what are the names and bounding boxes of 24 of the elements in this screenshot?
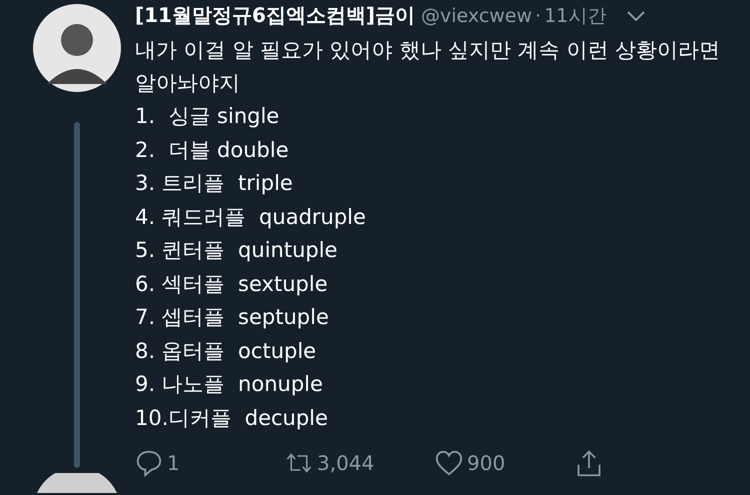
reply-button[interactable]: 1 xyxy=(135,449,285,477)
tweet-text: 내가 이걸 알 필요가 있어야 했나 싶지만 계속 이런 상황이라면 알아놔야지 xyxy=(135,37,722,97)
list-item: 4. 쿼드러플 quadruple xyxy=(135,204,367,230)
list-item: 9. 나노플 nonuple xyxy=(135,371,324,398)
like-button[interactable]: 900 xyxy=(435,449,575,477)
share-button[interactable] xyxy=(575,449,603,477)
display-name[interactable]: [11월말정규6집엑소컴백]금이 xyxy=(135,2,416,29)
timestamp[interactable]: 11시간 xyxy=(544,3,606,29)
list-item: 7. 셉터플 septuple xyxy=(135,304,330,331)
list-item: 2. 더블 double xyxy=(135,136,290,164)
chevron-down-icon[interactable] xyxy=(626,10,646,22)
avatar[interactable] xyxy=(32,4,120,92)
list-item: 3. 트리플 triple xyxy=(135,170,294,197)
list-item: 1. 싱글 single xyxy=(135,103,280,130)
share-icon xyxy=(575,449,603,477)
separator: · xyxy=(535,5,542,27)
list-item: 8. 옵터플 octuple xyxy=(135,338,318,364)
heart-icon xyxy=(435,449,463,477)
list-item: 6. 섹터플 sextuple xyxy=(135,270,329,298)
list-item: 5. 퀸터플 quintuple xyxy=(135,237,338,264)
speech-bubble-icon xyxy=(135,449,163,477)
retweet-button[interactable]: 3,044 xyxy=(285,449,435,477)
list-item: 10.디커플 decuple xyxy=(135,404,329,432)
handle[interactable]: @viexcwew xyxy=(421,5,532,27)
